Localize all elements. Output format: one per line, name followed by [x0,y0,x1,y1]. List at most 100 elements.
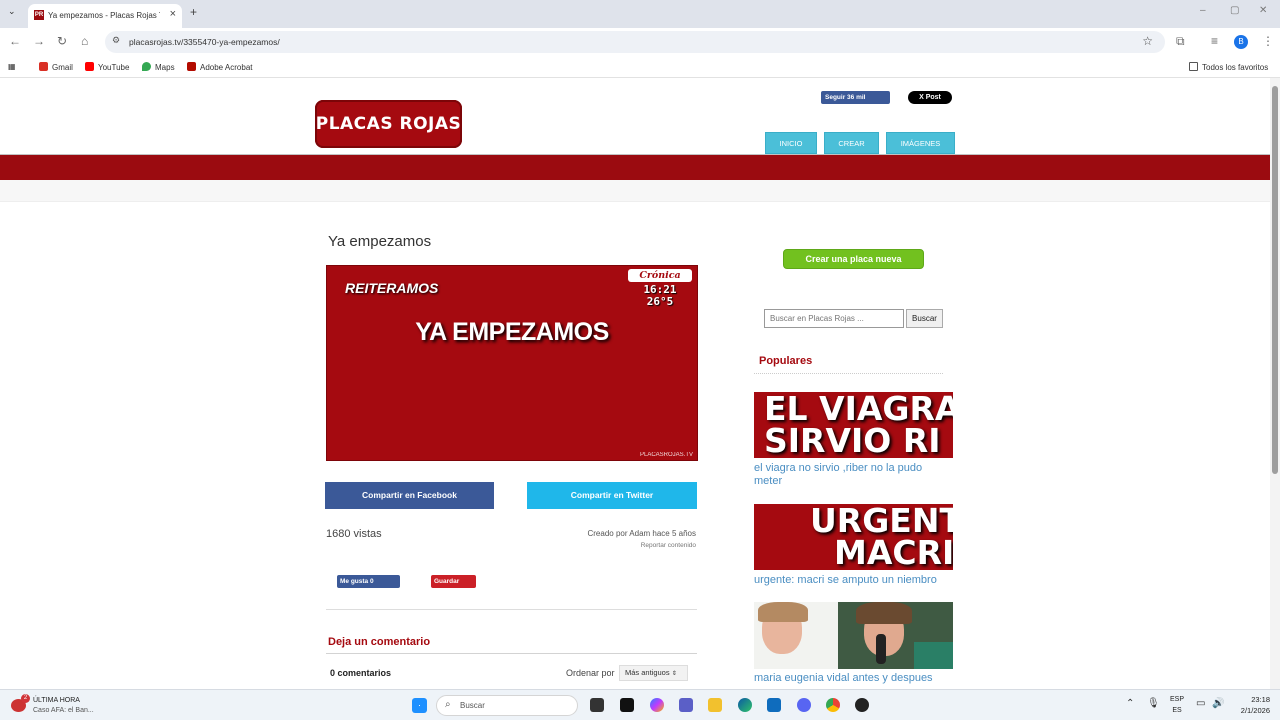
news-badge: 2 [21,694,30,703]
browser-tab[interactable]: PR Ya empezamos - Placas Rojas T × [28,4,182,28]
bookmark-star-icon[interactable]: ☆ [1142,34,1153,48]
sort-select[interactable]: Más antiguos ⇕ [619,665,688,681]
address-bar[interactable]: ⚙ placasrojas.tv/3355470-ya-empezamos/ ☆ [105,31,1165,53]
volume-icon[interactable]: 🔊 [1212,698,1224,709]
popular-link-urgente[interactable]: urgente: macri se amputo un niembro [754,574,953,587]
cronica-logo: Crónica [628,269,692,282]
search-icon: ⌕ [445,699,451,710]
bookmark-acrobat[interactable]: Adobe Acrobat [187,62,252,72]
youtube-icon [85,62,94,71]
placa-headline: YA EMPEZAMOS [415,318,609,346]
close-window-icon[interactable]: ✕ [1259,5,1267,16]
bookmark-maps[interactable]: Maps [142,62,175,72]
scrollbar-thumb[interactable] [1272,86,1278,474]
new-tab-button[interactable]: + [190,5,197,19]
facebook-follow-button[interactable]: Seguir 36 mil [821,91,890,104]
reading-list-icon[interactable]: ≡ [1211,34,1218,48]
acrobat-icon [187,62,196,71]
maximize-icon[interactable]: ▢ [1230,5,1239,16]
system-clock[interactable]: 23:18 2/1/2026 [1225,694,1270,716]
file-explorer-icon[interactable] [708,698,722,712]
nav-imagenes[interactable]: IMÁGENES [886,132,955,154]
language-indicator[interactable]: ESP ES [1170,694,1184,716]
news-title: ÚLTIMA HORA [33,697,80,704]
popular-link-vidal[interactable]: maria eugenia vidal antes y despues [754,672,953,685]
news-widget[interactable]: 2 ÚLTIMA HORA Caso AFA: el Ban... [8,694,108,717]
sort-chevron-icon: ⇕ [671,671,677,677]
back-icon[interactable]: ← [9,34,21,48]
facebook-like-button[interactable]: Me gusta 0 [337,575,400,588]
microphone-tray-icon[interactable]: 🎙 [1147,698,1160,709]
minimize-icon[interactable]: – [1200,5,1206,16]
forward-icon[interactable]: → [33,34,45,48]
copilot-icon[interactable] [650,698,664,712]
divider [326,609,697,610]
site-logo[interactable]: PLACAS ROJAS [315,100,462,148]
popular-heading: Populares [759,355,813,367]
popular-thumb-photo[interactable] [754,602,953,669]
site-favicon-icon: PR [34,10,44,20]
create-placa-button[interactable]: Crear una placa nueva [783,249,924,269]
app-icon[interactable] [855,698,869,712]
page-scrollbar[interactable] [1270,78,1280,689]
apps-grid-icon[interactable]: ▦ [8,62,16,71]
close-tab-icon[interactable]: × [170,8,176,20]
edge-icon[interactable] [738,698,752,712]
share-facebook-button[interactable]: Compartir en Facebook [325,482,494,509]
popular-thumb-urgente[interactable]: URGENTE MACRI [754,504,953,570]
task-view-icon[interactable] [590,698,604,712]
sort-label: Ordenar por [566,668,615,678]
home-icon[interactable]: ⌂ [81,34,88,48]
search-input[interactable] [764,309,904,328]
popular-link-viagra[interactable]: el viagra no sirvio ,riber no la pudo me… [754,462,953,488]
pinterest-save-button[interactable]: Guardar [431,575,476,588]
folder-icon [1189,62,1198,71]
thumb-text: SIRVIO RI [764,421,941,458]
nav-inicio[interactable]: INICIO [765,132,817,154]
report-content-link[interactable]: Reportar contenido [500,542,696,549]
tab-list-chevron-icon[interactable]: ⌄ [8,6,16,17]
site-settings-icon[interactable]: ⚙ [112,35,120,46]
share-twitter-button[interactable]: Compartir en Twitter [527,482,697,509]
start-windows-icon[interactable] [412,698,427,713]
placa-image: REITERAMOS YA EMPEZAMOS Crónica 16:21 26… [326,265,698,461]
keyboard-code: ES [1172,707,1182,714]
all-bookmarks[interactable]: Todos los favoritos [1189,62,1268,72]
teams-icon[interactable] [679,698,693,712]
store-icon[interactable] [767,698,781,712]
discord-icon[interactable] [797,698,811,712]
divider [754,373,943,374]
photo-hair-right [856,602,912,624]
capcut-icon[interactable] [620,698,634,712]
placa-watermark: PLACASROJAS.TV [639,452,693,458]
bookmark-youtube[interactable]: YouTube [85,62,129,72]
reload-icon[interactable]: ↻ [57,34,67,48]
header-bottom-strip [0,180,1270,202]
tray-overflow-icon[interactable]: ⌃ [1126,698,1134,709]
extensions-icon[interactable]: ⧉ [1176,34,1185,49]
comment-count: 0 comentarios [330,668,392,678]
browser-tab-bar: ⌄ PR Ya empezamos - Placas Rojas T × + –… [0,0,1280,28]
x-post-button[interactable]: X Post [908,91,952,104]
thumb-text: MACRI [834,533,953,570]
placa-temperature: 26°5 [646,295,674,308]
search-button[interactable]: Buscar [906,309,943,328]
news-subtitle: Caso AFA: el Ban... [33,707,94,714]
taskbar-search[interactable]: ⌕ Buscar [436,695,578,716]
profile-avatar[interactable]: B [1234,35,1248,49]
placa-subtitle: REITERAMOS [345,280,439,296]
clock-date: 2/1/2026 [1240,706,1270,715]
bookmark-gmail[interactable]: Gmail [39,62,73,72]
nav-crear[interactable]: CREAR [824,132,879,154]
sort-value: Más antiguos [625,668,670,677]
site-header: PLACAS ROJAS Seguir 36 mil X Post INICIO… [0,78,1270,154]
network-icon[interactable]: ▭ [1196,698,1205,709]
menu-dots-icon[interactable]: ⋮ [1262,34,1274,48]
photo-hair-left [758,602,808,622]
popular-thumb-viagra[interactable]: EL VIAGRA SIRVIO RI [754,392,953,458]
post-title: Ya empezamos [328,233,432,250]
bookmarks-bar: ▦ Gmail YouTube Maps Adobe Acrobat Todos… [0,56,1280,78]
created-by: Creado por Adam hace 5 años [587,529,696,538]
chrome-icon[interactable] [826,698,840,712]
divider [326,653,697,654]
